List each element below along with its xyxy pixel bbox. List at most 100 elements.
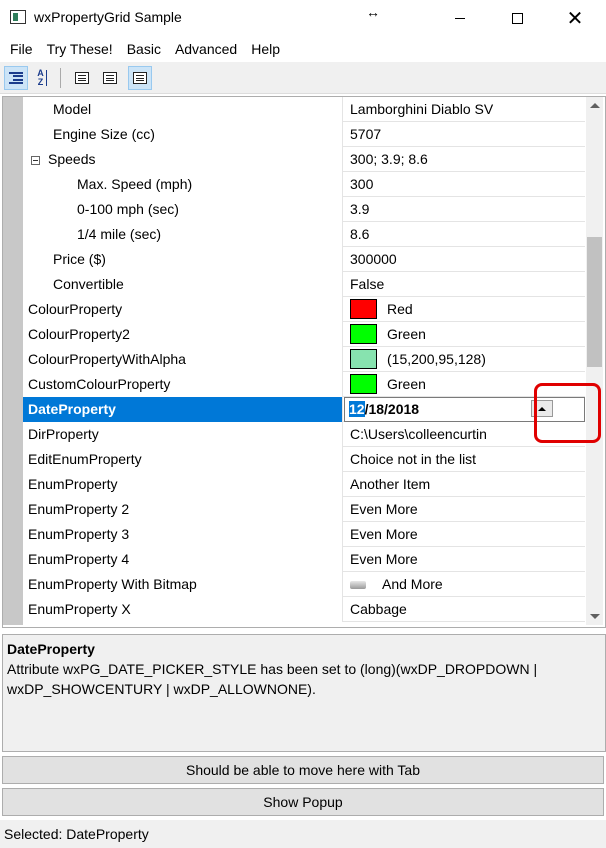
- menu-help[interactable]: Help: [244, 36, 287, 62]
- property-name: CustomColourProperty: [23, 372, 343, 397]
- property-value[interactable]: Lamborghini Diablo SV: [344, 97, 585, 122]
- property-row-colour[interactable]: ColourProperty Red: [23, 297, 585, 322]
- property-name: DirProperty: [23, 422, 343, 447]
- colour-value-text: Green: [387, 376, 426, 392]
- property-name: ColourProperty2: [23, 322, 343, 347]
- colour-swatch: [350, 374, 377, 395]
- property-value[interactable]: Green: [344, 372, 585, 397]
- property-row-quarter-mile[interactable]: 1/4 mile (sec) 8.6: [23, 222, 585, 247]
- maximize-icon: [511, 12, 523, 24]
- property-value[interactable]: Even More: [344, 547, 585, 572]
- date-picker-input[interactable]: 12/18/2018: [344, 397, 585, 422]
- minimize-button[interactable]: [437, 0, 483, 36]
- menu-advanced[interactable]: Advanced: [168, 36, 244, 62]
- property-row-enum[interactable]: EnumProperty Another Item: [23, 472, 585, 497]
- property-value[interactable]: 300; 3.9; 8.6: [344, 147, 585, 172]
- toolbar-separator: [60, 68, 61, 88]
- alphabetic-mode-button[interactable]: AZ: [30, 66, 54, 90]
- status-bar: Selected: DateProperty: [0, 820, 606, 848]
- property-grid: Model Lamborghini Diablo SV Engine Size …: [2, 96, 606, 628]
- property-row-enum4[interactable]: EnumProperty 4 Even More: [23, 547, 585, 572]
- spin-up-icon: [538, 406, 546, 411]
- resize-cursor-icon: ↔: [366, 4, 380, 20]
- property-row-edit-enum[interactable]: EditEnumProperty Choice not in the list: [23, 447, 585, 472]
- categorized-mode-button[interactable]: [4, 66, 28, 90]
- app-icon: [10, 10, 26, 24]
- property-value[interactable]: Cabbage: [344, 597, 585, 622]
- property-value[interactable]: 300000: [344, 247, 585, 272]
- scroll-down-icon[interactable]: [590, 614, 600, 619]
- property-row-speeds[interactable]: Speeds 300; 3.9; 8.6: [23, 147, 585, 172]
- colour-value-text: (15,200,95,128): [387, 351, 486, 367]
- property-row-convertible[interactable]: Convertible False: [23, 272, 585, 297]
- scroll-up-icon[interactable]: [590, 103, 600, 108]
- property-value[interactable]: 5707: [344, 122, 585, 147]
- property-name: EnumProperty 2: [23, 497, 343, 522]
- page-2-button[interactable]: [98, 66, 122, 90]
- property-name: ColourPropertyWithAlpha: [23, 347, 343, 372]
- property-name: Convertible: [23, 272, 343, 297]
- property-value[interactable]: 300: [344, 172, 585, 197]
- date-month-selected[interactable]: 12: [349, 401, 365, 417]
- property-row-custom-colour[interactable]: CustomColourProperty Green: [23, 372, 585, 397]
- property-row-price[interactable]: Price ($) 300000: [23, 247, 585, 272]
- grid-margin: [3, 97, 23, 625]
- page-icon: [133, 72, 147, 84]
- scrollbar-thumb[interactable]: [587, 237, 602, 367]
- property-value[interactable]: Even More: [344, 497, 585, 522]
- property-name-text: Speeds: [48, 151, 96, 167]
- property-row-enum-x[interactable]: EnumProperty X Cabbage: [23, 597, 585, 622]
- property-value[interactable]: Another Item: [344, 472, 585, 497]
- property-row-colour2[interactable]: ColourProperty2 Green: [23, 322, 585, 347]
- close-icon: ✕: [566, 7, 584, 30]
- property-value[interactable]: Even More: [344, 522, 585, 547]
- menu-file[interactable]: File: [3, 36, 40, 62]
- property-name: EnumProperty 3: [23, 522, 343, 547]
- colour-swatch: [350, 324, 377, 345]
- tab-target-button[interactable]: Should be able to move here with Tab: [2, 756, 604, 784]
- menu-try-these[interactable]: Try These!: [40, 36, 120, 62]
- property-value[interactable]: 3.9: [344, 197, 585, 222]
- minimize-icon: [455, 17, 465, 19]
- description-title: DateProperty: [7, 641, 95, 657]
- property-value[interactable]: (15,200,95,128): [344, 347, 585, 372]
- property-value[interactable]: C:\Users\colleencurtin: [344, 422, 585, 447]
- date-rest[interactable]: /18/2018: [365, 401, 420, 417]
- property-row-0-100[interactable]: 0-100 mph (sec) 3.9: [23, 197, 585, 222]
- property-row-enum3[interactable]: EnumProperty 3 Even More: [23, 522, 585, 547]
- property-name: EnumProperty 4: [23, 547, 343, 572]
- property-row-colour-alpha[interactable]: ColourPropertyWithAlpha (15,200,95,128): [23, 347, 585, 372]
- property-value[interactable]: Green: [344, 322, 585, 347]
- maximize-button[interactable]: [494, 0, 540, 36]
- property-value[interactable]: 8.6: [344, 222, 585, 247]
- page-3-button[interactable]: [128, 66, 152, 90]
- property-row-model[interactable]: Model Lamborghini Diablo SV: [23, 97, 585, 122]
- date-spin-up-button[interactable]: [531, 400, 553, 417]
- sort-az-icon: AZ: [37, 69, 47, 87]
- property-value[interactable]: Choice not in the list: [344, 447, 585, 472]
- property-row-date[interactable]: DateProperty 12/18/2018: [23, 397, 585, 422]
- property-name-selected: DateProperty: [23, 397, 343, 422]
- description-text: Attribute wxPG_DATE_PICKER_STYLE has bee…: [7, 661, 538, 697]
- property-value[interactable]: Red: [344, 297, 585, 322]
- colour-swatch: [350, 299, 377, 320]
- property-value[interactable]: And More: [344, 572, 585, 597]
- bitmap-icon: [350, 581, 366, 590]
- property-row-dir[interactable]: DirProperty C:\Users\colleencurtin: [23, 422, 585, 447]
- collapse-icon[interactable]: [31, 156, 40, 165]
- page-1-button[interactable]: [70, 66, 94, 90]
- property-value[interactable]: False: [344, 272, 585, 297]
- menu-basic[interactable]: Basic: [120, 36, 168, 62]
- bitmap-value-text: And More: [382, 576, 443, 592]
- close-button[interactable]: ✕: [552, 0, 598, 36]
- menu-bar: File Try These! Basic Advanced Help: [0, 36, 606, 62]
- property-row-max-speed[interactable]: Max. Speed (mph) 300: [23, 172, 585, 197]
- property-name: Model: [23, 97, 343, 122]
- show-popup-button[interactable]: Show Popup: [2, 788, 604, 816]
- property-row-engine-size[interactable]: Engine Size (cc) 5707: [23, 122, 585, 147]
- description-panel: DateProperty Attribute wxPG_DATE_PICKER_…: [2, 634, 606, 752]
- az-label-z: Z: [37, 77, 44, 87]
- vertical-scrollbar[interactable]: [586, 97, 603, 625]
- property-row-enum-bitmap[interactable]: EnumProperty With Bitmap And More: [23, 572, 585, 597]
- property-row-enum2[interactable]: EnumProperty 2 Even More: [23, 497, 585, 522]
